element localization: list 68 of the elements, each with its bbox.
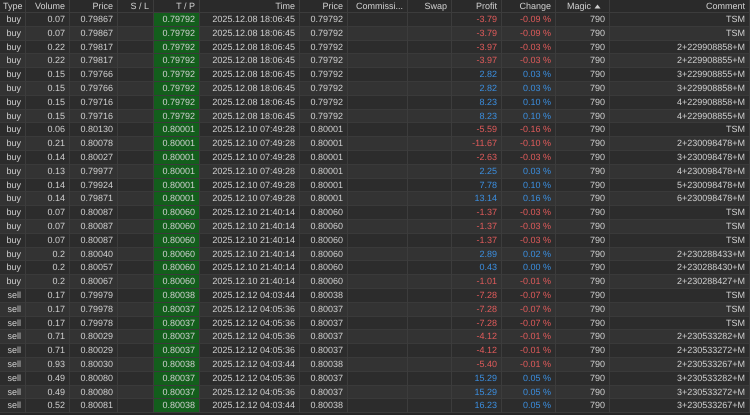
- table-row[interactable]: sell 0.49 0.80080 0.80037 2025.12.12 04:05:36 0.80037 15.29 0.05 % 790 3+230533282+M: [0, 372, 750, 386]
- table-cell: 2025.12.12 04:03:44: [200, 399, 300, 414]
- table-cell: 0.80060: [154, 261, 200, 276]
- table-row[interactable]: buy 0.2 0.80067 0.80060 2025.12.10 21:40:14 0.80060 -1.01 -0.01 % 790 2+230288427+M: [0, 275, 750, 289]
- table-row[interactable]: buy 0.15 0.79766 0.79792 2025.12.08 18:06:45 0.79792 2.82 0.03 % 790 3+229908855+M: [0, 68, 750, 82]
- table-row[interactable]: sell 0.49 0.80080 0.80037 2025.12.12 04:05:36 0.80037 15.29 0.05 % 790 3+230533272+M: [0, 386, 750, 400]
- table-cell: 0.80081: [70, 399, 118, 414]
- table-row[interactable]: buy 0.22 0.79817 0.79792 2025.12.08 18:06:45 0.79792 -3.97 -0.03 % 790 2+229908855+M: [0, 54, 750, 68]
- table-cell: 0.80060: [154, 275, 200, 289]
- table-row[interactable]: buy 0.2 0.80057 0.80060 2025.12.10 21:40:14 0.80060 0.43 0.00 % 790 2+230288430+M: [0, 261, 750, 276]
- table-cell: 0.80001: [154, 192, 200, 206]
- table-cell: 0.52: [26, 399, 70, 414]
- sort-arrow-icon: [594, 4, 601, 8]
- table-cell: 0.79792: [154, 96, 200, 110]
- table-row[interactable]: buy 0.15 0.79716 0.79792 2025.12.08 18:06:45 0.79792 8.23 0.10 % 790 4+229908858+M: [0, 96, 750, 110]
- table-row[interactable]: buy 0.14 0.79924 0.80001 2025.12.10 07:49:28 0.80001 7.78 0.10 % 790 5+230098478+M: [0, 178, 750, 192]
- table-cell: 0.79792: [154, 54, 200, 68]
- table-row[interactable]: sell 0.52 0.80081 0.80038 2025.12.12 04:03:44 0.80038 16.23 0.05 % 790 3+230533267+M: [0, 399, 750, 414]
- table-cell: 0.80037: [154, 316, 200, 330]
- table-row[interactable]: sell 0.17 0.79978 0.80037 2025.12.12 04:05:36 0.80037 -7.28 -0.07 % 790 TSM: [0, 302, 750, 317]
- table-cell: 0.80037: [154, 302, 200, 317]
- table-cell: 0.05 %: [502, 399, 556, 414]
- table-row[interactable]: buy 0.07 0.80087 0.80060 2025.12.10 21:40:14 0.80060 -1.37 -0.03 % 790 TSM: [0, 220, 750, 234]
- table-cell: 0.80060: [154, 206, 200, 220]
- table-row[interactable]: sell 0.93 0.80030 0.80038 2025.12.12 04:03:44 0.80038 -5.40 -0.01 % 790 2+230533267+M: [0, 358, 750, 372]
- table-cell: 0.80037: [154, 372, 200, 386]
- table-cell: 0.80037: [154, 330, 200, 344]
- table-row[interactable]: buy 0.14 0.80027 0.80001 2025.12.10 07:49:28 0.80001 -2.63 -0.03 % 790 3+230098478+M: [0, 150, 750, 165]
- table-cell: 0.80001: [154, 123, 200, 138]
- table-row[interactable]: buy 0.07 0.80087 0.80060 2025.12.10 21:40:14 0.80060 -1.37 -0.03 % 790 TSM: [0, 206, 750, 220]
- table-cell: sell: [0, 399, 26, 414]
- table-row[interactable]: buy 0.15 0.79716 0.79792 2025.12.08 18:06:45 0.79792 8.23 0.10 % 790 4+229908855+M: [0, 110, 750, 124]
- table-cell: 3+230533267+M: [610, 399, 750, 414]
- table-cell: 0.79792: [154, 82, 200, 96]
- table-row[interactable]: buy 0.07 0.80087 0.80060 2025.12.10 21:40:14 0.80060 -1.37 -0.03 % 790 TSM: [0, 234, 750, 248]
- table-cell: 0.79792: [154, 68, 200, 82]
- table-row[interactable]: buy 0.13 0.79977 0.80001 2025.12.10 07:49:28 0.80001 2.25 0.03 % 790 4+230098478+M: [0, 164, 750, 179]
- table-row[interactable]: sell 0.71 0.80029 0.80037 2025.12.12 04:05:36 0.80037 -4.12 -0.01 % 790 2+230533282+M: [0, 330, 750, 344]
- table-row[interactable]: sell 0.17 0.79978 0.80037 2025.12.12 04:05:36 0.80037 -7.28 -0.07 % 790 TSM: [0, 316, 750, 330]
- table-cell: 0.80001: [154, 150, 200, 165]
- table-row[interactable]: buy 0.06 0.80130 0.80001 2025.12.10 07:49:28 0.80001 -5.59 -0.16 % 790 TSM: [0, 123, 750, 138]
- table-cell: 0.80038: [154, 358, 200, 372]
- table-cell: 0.80060: [154, 220, 200, 234]
- table-cell: 0.80001: [154, 137, 200, 151]
- table-row[interactable]: buy 0.15 0.79766 0.79792 2025.12.08 18:06:45 0.79792 2.82 0.03 % 790 3+229908858+M: [0, 82, 750, 96]
- table-cell: 16.23: [452, 399, 502, 414]
- table-cell: 0.80038: [300, 399, 348, 414]
- table-cell: 0.80038: [154, 288, 200, 303]
- table-cell: 0.80038: [154, 399, 200, 414]
- table-row[interactable]: buy 0.07 0.79867 0.79792 2025.12.08 18:06:45 0.79792 -3.79 -0.09 % 790 TSM: [0, 26, 750, 41]
- table-row[interactable]: sell 0.17 0.79979 0.80038 2025.12.12 04:03:44 0.80038 -7.28 -0.07 % 790 TSM: [0, 288, 750, 303]
- table-cell: 790: [556, 399, 610, 414]
- table-cell: 0.80060: [154, 248, 200, 262]
- table-cell: 0.79792: [154, 13, 200, 27]
- table-cell: 0.80001: [154, 164, 200, 179]
- table-row[interactable]: buy 0.22 0.79817 0.79792 2025.12.08 18:06:45 0.79792 -3.97 -0.03 % 790 2+229908858+M: [0, 40, 750, 54]
- table-cell: 0.80001: [154, 178, 200, 192]
- table-row[interactable]: buy 0.21 0.80078 0.80001 2025.12.10 07:49:28 0.80001 -11.67 -0.10 % 790 2+230098478+M: [0, 137, 750, 151]
- table-cell: 0.80037: [154, 344, 200, 358]
- table-cell: 0.79792: [154, 110, 200, 124]
- table-cell: 0.79792: [154, 26, 200, 41]
- table-cell: 0.80060: [154, 234, 200, 248]
- table-row[interactable]: buy 0.2 0.80040 0.80060 2025.12.10 21:40:14 0.80060 2.89 0.02 % 790 2+230288433+M: [0, 248, 750, 262]
- table-cell: 0.80037: [154, 386, 200, 400]
- table-row[interactable]: buy 0.14 0.79871 0.80001 2025.12.10 07:49:28 0.80001 13.14 0.16 % 790 6+230098478+M: [0, 192, 750, 206]
- table-cell: 0.79792: [154, 40, 200, 54]
- table-row[interactable]: sell 0.71 0.80029 0.80037 2025.12.12 04:05:36 0.80037 -4.12 -0.01 % 790 2+230533272+M: [0, 344, 750, 358]
- table-row[interactable]: buy 0.07 0.79867 0.79792 2025.12.08 18:06:45 0.79792 -3.79 -0.09 % 790 TSM: [0, 13, 750, 27]
